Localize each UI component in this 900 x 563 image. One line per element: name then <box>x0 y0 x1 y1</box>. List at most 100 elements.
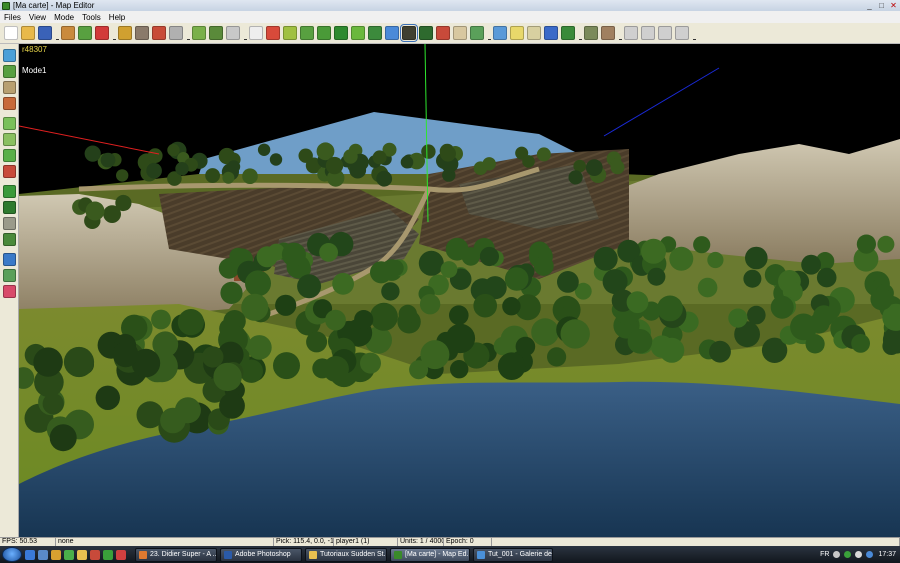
new-file-icon[interactable] <box>4 26 18 40</box>
star-icon[interactable] <box>103 549 113 560</box>
tree <box>709 340 731 363</box>
tree-mode-icon[interactable] <box>3 201 16 214</box>
tools-icon[interactable] <box>601 26 615 40</box>
road-icon[interactable] <box>135 26 149 40</box>
paint-raise-icon[interactable] <box>266 26 280 40</box>
water-icon[interactable] <box>385 26 399 40</box>
flatten-icon[interactable] <box>317 26 331 40</box>
tree <box>877 235 895 253</box>
bush-mode-icon[interactable] <box>3 233 16 246</box>
fps-readout: FPS: 50.53 <box>0 538 56 546</box>
texture-icon[interactable] <box>78 26 92 40</box>
forest-icon[interactable] <box>368 26 382 40</box>
farm-mode-icon[interactable] <box>3 97 16 110</box>
taskbar-item[interactable]: Adobe Photoshop <box>220 547 302 562</box>
plant-icon[interactable] <box>470 26 484 40</box>
pointer-icon[interactable] <box>249 26 263 40</box>
taskbar-item[interactable]: Tut_001 - Galerie de ... <box>473 547 553 562</box>
taskbar-item[interactable]: 23. Didier Super - A ... <box>135 547 217 562</box>
slope-icon[interactable] <box>300 26 314 40</box>
barn-mode-icon[interactable] <box>3 165 16 178</box>
hand-icon[interactable] <box>169 26 183 40</box>
menu-tools[interactable]: Tools <box>78 13 105 22</box>
tree <box>743 269 762 288</box>
building-icon[interactable] <box>436 26 450 40</box>
tray-app-icon[interactable] <box>866 551 874 558</box>
field-icon[interactable] <box>192 26 206 40</box>
menu-help[interactable]: Help <box>105 13 129 22</box>
palm-icon[interactable] <box>561 26 575 40</box>
grass-icon[interactable] <box>351 26 365 40</box>
terrain-mode-icon[interactable] <box>3 49 16 62</box>
leaf-mode-icon[interactable] <box>3 185 16 198</box>
eye-icon[interactable] <box>400 24 418 42</box>
disabled-1-icon[interactable] <box>624 26 638 40</box>
menu-files[interactable]: Files <box>0 13 25 22</box>
fence-icon[interactable] <box>453 26 467 40</box>
crop-mode-icon[interactable] <box>3 149 16 162</box>
house-mode-icon[interactable] <box>3 81 16 94</box>
close-button[interactable]: ✕ <box>889 1 898 10</box>
taskbar-item[interactable]: Tutoriaux Sudden St... <box>305 547 387 562</box>
menu-view[interactable]: View <box>25 13 50 22</box>
water-mode-icon[interactable] <box>3 253 16 266</box>
shield-icon[interactable] <box>844 551 852 558</box>
open-folder-icon[interactable] <box>21 26 35 40</box>
tree <box>241 293 269 321</box>
target-icon[interactable] <box>95 26 109 40</box>
landscape-icon[interactable] <box>584 26 598 40</box>
bridge-icon[interactable] <box>118 26 132 40</box>
menu-mode[interactable]: Mode <box>50 13 78 22</box>
messenger-icon[interactable] <box>64 549 74 560</box>
terrain-icon[interactable] <box>61 26 75 40</box>
sign-icon[interactable] <box>527 26 541 40</box>
minimize-button[interactable]: _ <box>865 1 874 10</box>
checker-icon[interactable] <box>226 26 240 40</box>
flag-icon[interactable] <box>544 26 558 40</box>
grid-mode-icon[interactable] <box>3 117 16 130</box>
light-icon[interactable] <box>510 26 524 40</box>
3d-viewport[interactable]: r48307 Mode1 <box>19 44 900 537</box>
tractor-icon[interactable] <box>152 26 166 40</box>
app-icon[interactable] <box>116 549 126 560</box>
task-label: [Ma carte] - Map Ed... <box>405 550 470 558</box>
start-button[interactable] <box>2 547 22 562</box>
grid-icon[interactable] <box>209 26 223 40</box>
volume-icon[interactable] <box>855 551 863 558</box>
brush-icon[interactable] <box>283 26 297 40</box>
tree <box>400 155 414 169</box>
tree <box>610 160 625 175</box>
save-icon[interactable] <box>38 26 52 40</box>
ie-icon[interactable] <box>25 549 35 560</box>
disabled-2-icon[interactable] <box>641 26 655 40</box>
tree <box>281 242 306 267</box>
mail-icon[interactable] <box>38 549 48 560</box>
game-icon[interactable] <box>90 549 100 560</box>
tree <box>497 352 526 381</box>
network-icon[interactable] <box>833 551 841 558</box>
tree <box>585 159 603 176</box>
field-mode-icon[interactable] <box>3 133 16 146</box>
tree <box>112 341 139 368</box>
clock[interactable]: 17:37 <box>878 551 896 558</box>
tree <box>100 152 116 168</box>
language-indicator[interactable]: FR <box>820 551 829 558</box>
tree <box>536 147 551 162</box>
tree <box>275 294 297 316</box>
disabled-3-icon[interactable] <box>658 26 672 40</box>
tree <box>479 246 499 267</box>
media-icon[interactable] <box>51 549 61 560</box>
rock-mode-icon[interactable] <box>3 217 16 230</box>
grass-mode-icon[interactable] <box>3 65 16 78</box>
tree-icon[interactable] <box>419 26 433 40</box>
plant-mode-icon[interactable] <box>3 269 16 282</box>
maximize-button[interactable]: □ <box>877 1 886 10</box>
disabled-4-icon[interactable] <box>675 26 689 40</box>
toolbar-separator-8 <box>692 26 698 40</box>
folder-icon[interactable] <box>77 549 87 560</box>
smooth-icon[interactable] <box>334 26 348 40</box>
tree <box>213 362 242 392</box>
sky-icon[interactable] <box>493 26 507 40</box>
taskbar-item[interactable]: [Ma carte] - Map Ed... <box>390 547 470 562</box>
flower-mode-icon[interactable] <box>3 285 16 298</box>
